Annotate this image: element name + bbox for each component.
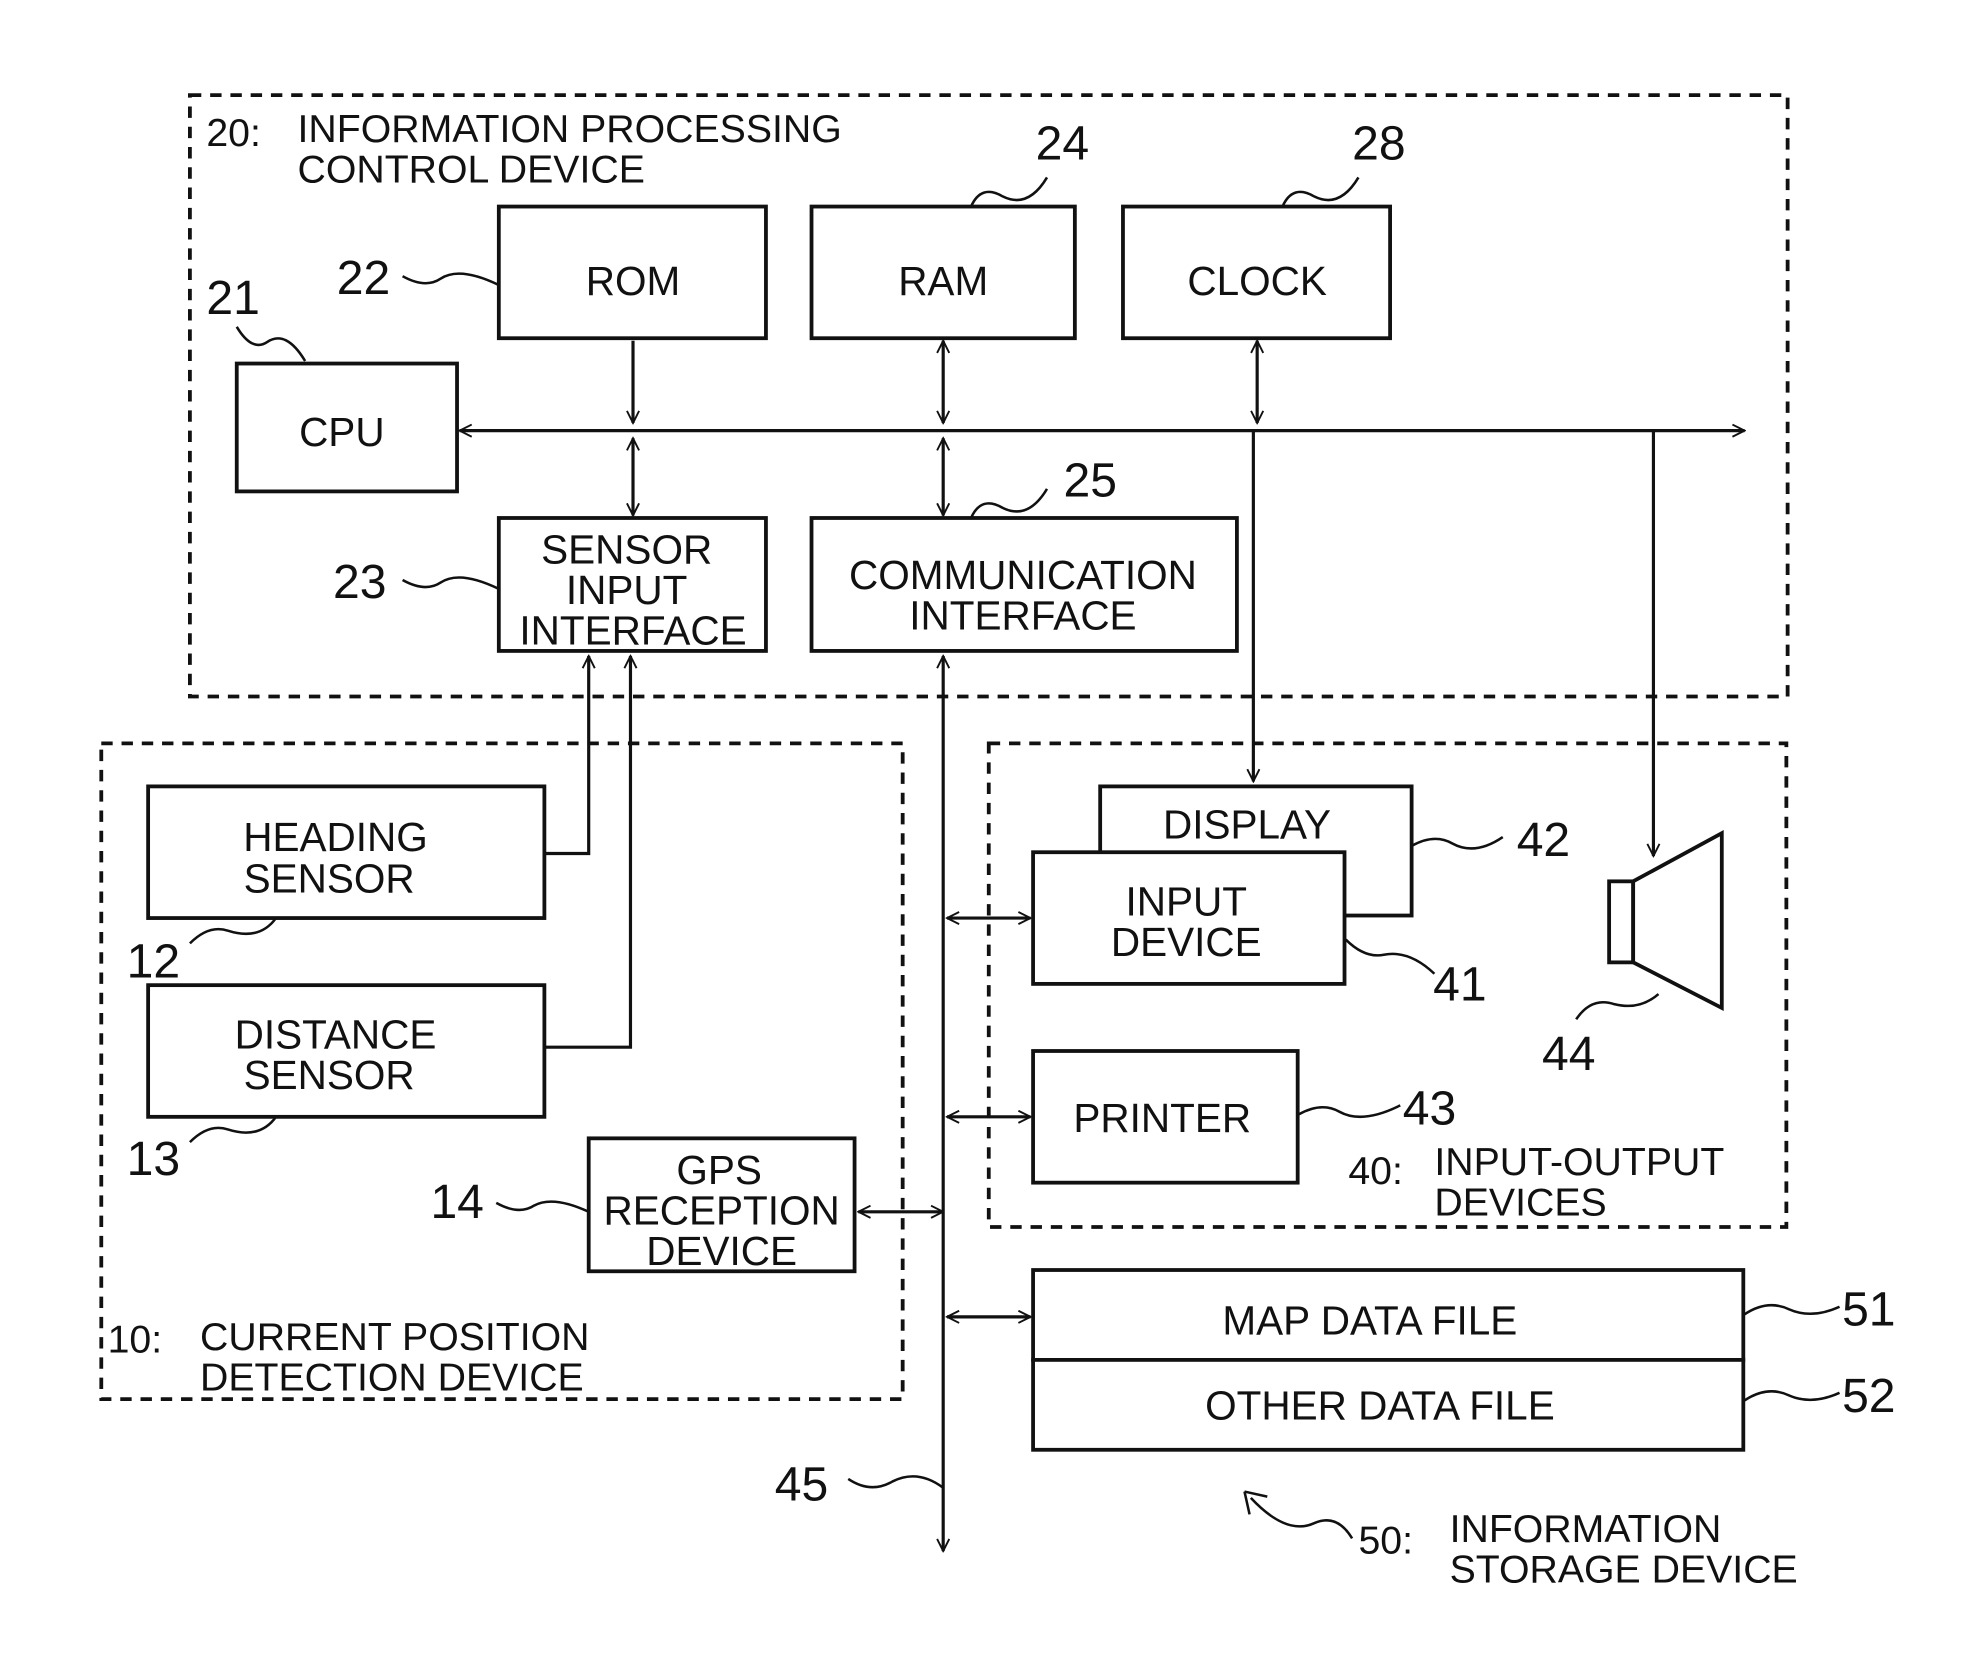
cpu-leader [235,326,307,362]
gps-label-3: DEVICE [646,1228,797,1274]
distance-ref: 13 [127,1132,181,1186]
heading-label-1: HEADING [243,814,428,860]
input-label-1: INPUT [1126,879,1248,925]
map-file-ref: 51 [1842,1283,1895,1337]
distance-leader [189,1116,278,1144]
display-leader [1411,835,1504,850]
sensor-if-label-3: INTERFACE [519,608,746,654]
clock-label: CLOCK [1187,258,1327,304]
group-40-label-2: DEVICES [1434,1181,1606,1225]
map-file-leader [1743,1303,1841,1316]
speaker-leader [1575,993,1660,1021]
speaker-icon [1607,830,1724,1012]
sensor-if-leader [401,576,500,591]
distance-label-1: DISTANCE [235,1011,437,1057]
bus-ref: 45 [775,1457,829,1511]
gps-leader [495,1200,590,1213]
group-50-label-2: STORAGE DEVICE [1450,1548,1798,1592]
block-diagram: 20: INFORMATION PROCESSING CONTROL DEVIC… [99,93,1896,1592]
bus-leader [847,1475,944,1489]
gps-label-2: RECEPTION [603,1187,839,1233]
group-40-ref: 40: [1348,1149,1403,1193]
cpu-ref: 21 [206,271,260,325]
group-20-ref: 20: [206,111,261,155]
rom-leader [401,272,500,287]
heading-leader [189,917,278,945]
heading-label-2: SENSOR [244,856,415,902]
heading-to-sensor-if [544,656,588,856]
display-ref: 42 [1517,813,1570,867]
comm-if-label-1: COMMUNICATION [849,552,1197,598]
sensor-if-label-1: SENSOR [541,527,712,573]
cpu-label: CPU [299,409,385,455]
clock-ref: 28 [1352,117,1406,171]
group-20-label-2: CONTROL DEVICE [298,147,645,191]
group-20-label-1: INFORMATION PROCESSING [298,107,842,151]
input-label-2: DEVICE [1111,919,1262,965]
distance-label-2: SENSOR [244,1052,415,1098]
sensor-if-ref: 23 [333,555,387,609]
input-leader [1344,938,1436,975]
rom-ref: 22 [337,251,391,305]
printer-leader [1298,1104,1401,1119]
sensor-if-label-2: INPUT [566,567,688,613]
group-50-label-1: INFORMATION [1450,1507,1722,1551]
group-10-label-2: DETECTION DEVICE [200,1355,584,1399]
map-file-label: MAP DATA FILE [1222,1298,1517,1344]
gps-label-1: GPS [676,1147,762,1193]
storage-leader [1249,1497,1354,1540]
other-file-ref: 52 [1842,1369,1895,1423]
comm-if-ref: 25 [1063,453,1117,507]
input-ref: 41 [1433,957,1487,1011]
group-40-label-1: INPUT-OUTPUT [1434,1140,1724,1184]
speaker-ref: 44 [1542,1027,1595,1081]
rom-label: ROM [586,258,681,304]
printer-ref: 43 [1403,1081,1456,1135]
ram-label: RAM [898,258,988,304]
printer-label: PRINTER [1073,1095,1251,1141]
ram-leader [969,176,1049,208]
other-file-leader [1743,1390,1841,1402]
clock-leader [1281,176,1360,208]
gps-ref: 14 [430,1175,484,1229]
other-file-label: OTHER DATA FILE [1205,1382,1555,1428]
comm-if-label-2: INTERFACE [909,592,1136,638]
group-10-ref: 10: [108,1317,163,1361]
group-10-label-1: CURRENT POSITION [200,1315,589,1359]
heading-ref: 12 [127,935,181,989]
group-50-ref: 50: [1358,1519,1413,1563]
comm-if-leader [969,488,1049,519]
display-label: DISPLAY [1163,801,1331,847]
ram-ref: 24 [1036,117,1090,171]
